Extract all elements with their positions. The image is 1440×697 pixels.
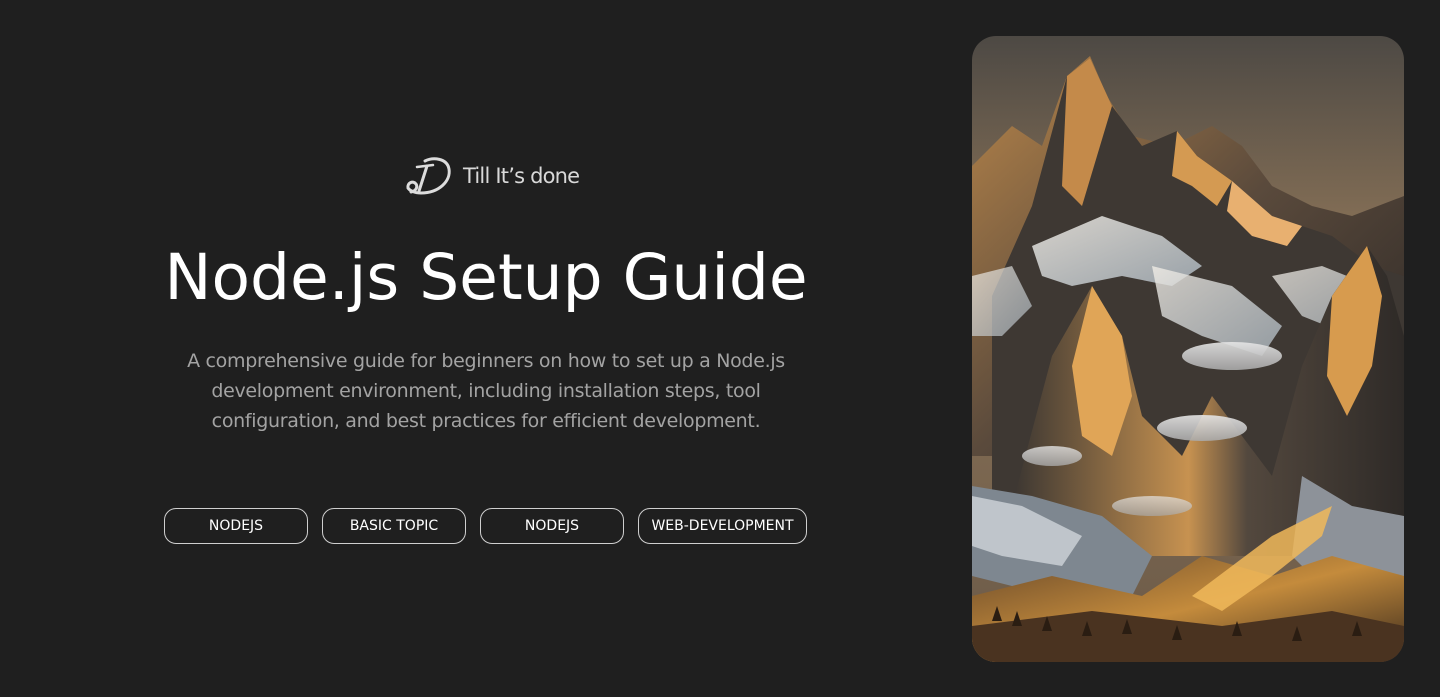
brand-name: Till It’s done (463, 164, 580, 188)
mountain-landscape-image (972, 36, 1404, 662)
hero-section: Till It’s done Node.js Setup Guide A com… (0, 0, 972, 697)
tag-web-development[interactable]: WEB-DEVELOPMENT (638, 508, 807, 544)
page: Till It’s done Node.js Setup Guide A com… (0, 0, 1440, 697)
page-description: A comprehensive guide for beginners on h… (187, 350, 785, 432)
brand-logo-icon (406, 157, 451, 195)
tag-list: NODEJS BASIC TOPIC NODEJS WEB-DEVELOPMEN… (164, 508, 807, 544)
tag-nodejs[interactable]: NODEJS (164, 508, 308, 544)
brand[interactable]: Till It’s done (405, 154, 580, 198)
tag-basic-topic[interactable]: BASIC TOPIC (322, 508, 466, 544)
tag-nodejs-2[interactable]: NODEJS (480, 508, 624, 544)
page-title: Node.js Setup Guide (164, 241, 808, 314)
